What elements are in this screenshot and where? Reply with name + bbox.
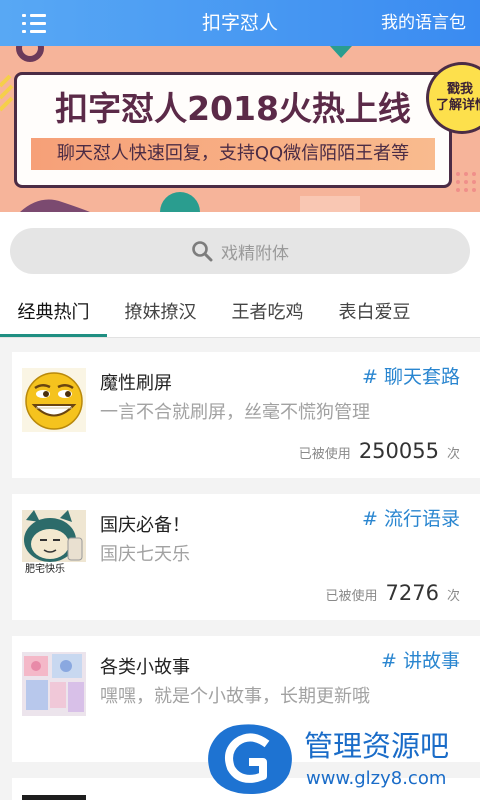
item-title: 国庆必备！ <box>100 515 190 536</box>
item-title: 魔性刷屏 <box>100 373 172 394</box>
tab-classic-hot[interactable]: 经典热门 <box>0 293 107 333</box>
avatar-caption: 肥宅快乐 <box>25 562 65 574</box>
tab-games[interactable]: 王者吃鸡 <box>214 293 321 333</box>
item-description: 一言不合就刷屏，丝毫不慌狗管理 <box>100 402 370 423</box>
list-item[interactable]: 魔性刷屏 # 聊天套路 一言不合就刷屏，丝毫不慌狗管理 已被使用 250055 … <box>12 352 480 478</box>
top-app-bar: 扣字怼人 我的语言包 <box>0 0 480 46</box>
usage-count: 7276 <box>385 581 439 605</box>
usage-count: 250055 <box>358 439 439 463</box>
search-icon <box>192 241 213 262</box>
banner-headline: 扣字怼人2018火热上线 <box>55 89 411 128</box>
list-item[interactable]: 肥宅快乐 国庆必备！ # 流行语录 国庆七天乐 已被使用 7276 次 <box>12 494 480 620</box>
item-category-tag[interactable]: # 讲故事 <box>381 649 460 673</box>
banner-subline-strip: 聊天怼人快速回复，支持QQ微信陌陌王者等 <box>31 138 435 170</box>
item-description: 国庆七天乐 <box>100 544 190 565</box>
list-menu-icon[interactable] <box>20 12 48 34</box>
banner-subline: 聊天怼人快速回复，支持QQ微信陌陌王者等 <box>56 143 410 164</box>
item-category-tag[interactable]: # 流行语录 <box>362 507 460 531</box>
watermark-logo-icon <box>208 724 292 794</box>
dark-photo-image <box>22 795 86 800</box>
usage-prefix: 已被使用 <box>298 447 351 462</box>
promo-banner[interactable]: 扣字怼人2018火热上线 聊天怼人快速回复，支持QQ微信陌陌王者等 戳我 了解详… <box>0 46 480 212</box>
snorlax-meme-image: 肥宅快乐 <box>22 510 86 574</box>
item-title: 各类小故事 <box>100 657 190 678</box>
learn-more-badge-fill: 戳我 了解详情 <box>429 65 480 131</box>
usage-suffix: 次 <box>446 589 460 604</box>
watermark-name: 管理资源吧 <box>304 729 450 763</box>
item-description: 嘿嘿，就是个小故事，长期更新哦 <box>100 686 370 707</box>
tab-confession[interactable]: 表白爱豆 <box>321 293 428 333</box>
grinning-face-icon <box>22 368 86 432</box>
banner-headline-box: 扣字怼人2018火热上线 聊天怼人快速回复，支持QQ微信陌陌王者等 <box>14 72 452 188</box>
item-usage: 已被使用 250055 次 <box>299 439 460 467</box>
item-usage: 已被使用 7276 次 <box>326 581 460 609</box>
tab-divider <box>0 337 480 338</box>
usage-prefix: 已被使用 <box>325 589 378 604</box>
watermark-url: www.glzy8.com <box>306 768 447 789</box>
badge-line-2: 了解详情 <box>436 98 480 113</box>
usage-suffix: 次 <box>446 447 460 462</box>
tab-flirt[interactable]: 撩妹撩汉 <box>107 293 214 333</box>
app-title: 扣字怼人 <box>201 12 278 34</box>
search-and-tabs-area: 戏精附体 经典热门 撩妹撩汉 王者吃鸡 表白爱豆 <box>0 212 480 337</box>
item-category-tag[interactable]: # 聊天套路 <box>362 365 460 389</box>
collage-photo-image <box>22 652 86 716</box>
search-bar[interactable]: 戏精附体 <box>10 228 470 274</box>
search-placeholder: 戏精附体 <box>221 243 289 264</box>
my-language-pack-link[interactable]: 我的语言包 <box>381 0 466 46</box>
